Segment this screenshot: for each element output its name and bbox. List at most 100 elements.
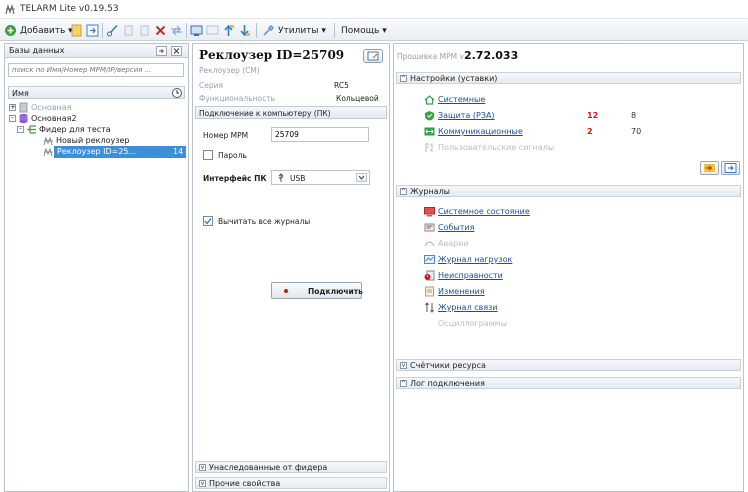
settings-user-signals-link: Пользовательские сигналы xyxy=(438,143,555,152)
search-input[interactable] xyxy=(8,63,184,77)
database-panel: Базы данных Имя + Основная - Основная2 -… xyxy=(4,43,189,492)
connection-section-header: Подключение к компьютеру (ПК) xyxy=(195,106,387,119)
interface-select[interactable]: USB xyxy=(271,170,370,185)
journal-connection-link[interactable]: Журнал связи xyxy=(438,303,498,312)
export-icon xyxy=(724,163,737,173)
series-label: Серия xyxy=(199,81,223,90)
mpm-number-label: Номер МРМ xyxy=(203,131,249,140)
settings-section-header[interactable]: ^ Настройки (уставки) xyxy=(396,72,741,84)
panel-close-button[interactable] xyxy=(171,46,182,56)
paste-icon[interactable] xyxy=(138,24,151,37)
title-bar: TELARM Lite v0.19.53 xyxy=(0,0,748,19)
journal-system-state-link[interactable]: Системное состояние xyxy=(438,207,530,216)
delete-icon[interactable] xyxy=(154,24,167,37)
settings-system-link[interactable]: Системные xyxy=(438,95,485,104)
device-type: Реклоузер (СМ) xyxy=(199,66,260,75)
toolbar: Добавить ▾ Утилиты ▾ Помощь ▾ xyxy=(0,20,748,41)
tree-item-feeder[interactable]: Фидер для теста xyxy=(39,125,111,134)
read-logs-label: Вычитать все журналы xyxy=(218,217,311,226)
journals-section-title: Журналы xyxy=(410,187,450,196)
add-icon[interactable] xyxy=(4,24,17,37)
home-icon xyxy=(424,95,435,105)
database-panel-header: Базы данных xyxy=(5,44,188,58)
user-signals-icon xyxy=(425,143,433,152)
inherited-section-header[interactable]: v Унаследованные от фидера xyxy=(195,461,387,473)
tree-collapse-toggle[interactable]: - xyxy=(17,126,24,133)
cut-icon[interactable] xyxy=(106,24,119,37)
close-icon xyxy=(173,48,180,54)
usb-icon xyxy=(278,173,284,182)
column-settings-button[interactable] xyxy=(172,88,182,98)
other-props-section-title: Прочие свойства xyxy=(209,479,281,488)
communication-count: 70 xyxy=(631,127,642,136)
connect-button[interactable]: Подключить xyxy=(271,282,363,299)
name-column-header[interactable]: Имя xyxy=(8,86,185,99)
tree-expand-toggle[interactable]: + xyxy=(9,104,16,111)
upload-icon[interactable] xyxy=(222,24,235,37)
journal-faults-link[interactable]: Неисправности xyxy=(438,271,503,280)
name-column-label: Имя xyxy=(12,89,29,98)
device-details-panel: Прошивка МРМ v2.72.033 ^ Настройки (уста… xyxy=(393,43,744,492)
move-icon[interactable] xyxy=(170,24,183,37)
utilities-icon[interactable] xyxy=(262,24,275,37)
firmware-version: 2.72.033 xyxy=(463,49,519,62)
tree-item-new-recloser[interactable]: Новый реклоузер xyxy=(56,136,130,145)
read-logs-checkbox[interactable] xyxy=(203,216,213,226)
recloser-icon xyxy=(43,147,53,157)
collapse-toggle-icon: ^ xyxy=(400,188,407,195)
shield-icon xyxy=(425,111,434,121)
journal-load-link[interactable]: Журнал нагрузок xyxy=(438,255,512,264)
expand-toggle-icon: v xyxy=(199,480,206,487)
export-settings-button[interactable] xyxy=(721,161,740,175)
download-icon[interactable] xyxy=(238,24,251,37)
utilities-menu-button[interactable]: Утилиты ▾ xyxy=(278,23,326,38)
connect-button-label: Подключить xyxy=(308,287,363,296)
import-icon[interactable] xyxy=(70,24,83,37)
tree-collapse-toggle[interactable]: - xyxy=(9,115,16,122)
password-checkbox[interactable] xyxy=(203,150,213,160)
settings-section-title: Настройки (уставки) xyxy=(410,74,498,83)
connection-section-title: Подключение к компьютеру (ПК) xyxy=(199,109,331,118)
folder-import-icon xyxy=(704,164,715,172)
mpm-number-input[interactable] xyxy=(271,127,369,142)
export-icon[interactable] xyxy=(86,24,99,37)
fault-icon xyxy=(424,270,435,281)
journal-events-link[interactable]: События xyxy=(438,223,474,232)
edit-icon xyxy=(367,51,379,61)
firmware-label: Прошивка МРМ v xyxy=(397,52,464,61)
edit-device-button[interactable] xyxy=(363,49,383,63)
tree-item-recloser-label[interactable]: Реклоузер ID=25... xyxy=(57,147,136,156)
settings-protection-link[interactable]: Защита (РЗА) xyxy=(438,111,495,120)
connect-device-icon[interactable] xyxy=(190,24,203,37)
inherited-section-title: Унаследованные от фидера xyxy=(209,463,328,472)
communication-errors-count: 2 xyxy=(587,127,593,136)
add-menu-button[interactable]: Добавить ▾ xyxy=(20,23,73,38)
disconnect-icon[interactable] xyxy=(206,24,219,37)
journal-oscillograms-link: Осциллограммы xyxy=(438,319,508,328)
tree-item-main[interactable]: Основная xyxy=(31,103,71,112)
series-value: RC5 xyxy=(334,81,349,90)
expand-toggle-icon: v xyxy=(400,362,407,369)
status-dot-icon xyxy=(284,289,288,293)
protection-count: 8 xyxy=(631,111,637,120)
expand-toggle-icon: v xyxy=(199,464,206,471)
pin-icon xyxy=(159,49,164,53)
journals-section-header[interactable]: ^ Журналы xyxy=(396,185,741,197)
network-icon xyxy=(424,127,435,136)
connection-log-section-header[interactable]: ^ Лог подключения xyxy=(396,377,741,389)
tree-item-main2[interactable]: Основная2 xyxy=(31,114,77,123)
collapse-toggle-icon: ^ xyxy=(400,75,407,82)
copy-icon[interactable] xyxy=(122,24,135,37)
journal-changes-link[interactable]: Изменения xyxy=(438,287,485,296)
panel-pin-button[interactable] xyxy=(156,46,167,56)
dropdown-arrow-button[interactable] xyxy=(356,173,367,182)
other-props-section-header[interactable]: v Прочие свойства xyxy=(195,477,387,489)
counters-section-header[interactable]: v Счётчики ресурса xyxy=(396,359,741,371)
help-menu-button[interactable]: Помощь ▾ xyxy=(341,23,387,38)
window-title: TELARM Lite v0.19.53 xyxy=(20,4,119,14)
functionality-value: Кольцевой xyxy=(336,94,379,103)
checkmark-icon xyxy=(204,218,212,225)
import-settings-button[interactable] xyxy=(700,161,719,175)
collapse-toggle-icon: ^ xyxy=(400,380,407,387)
settings-communication-link[interactable]: Коммуникационные xyxy=(438,127,523,136)
